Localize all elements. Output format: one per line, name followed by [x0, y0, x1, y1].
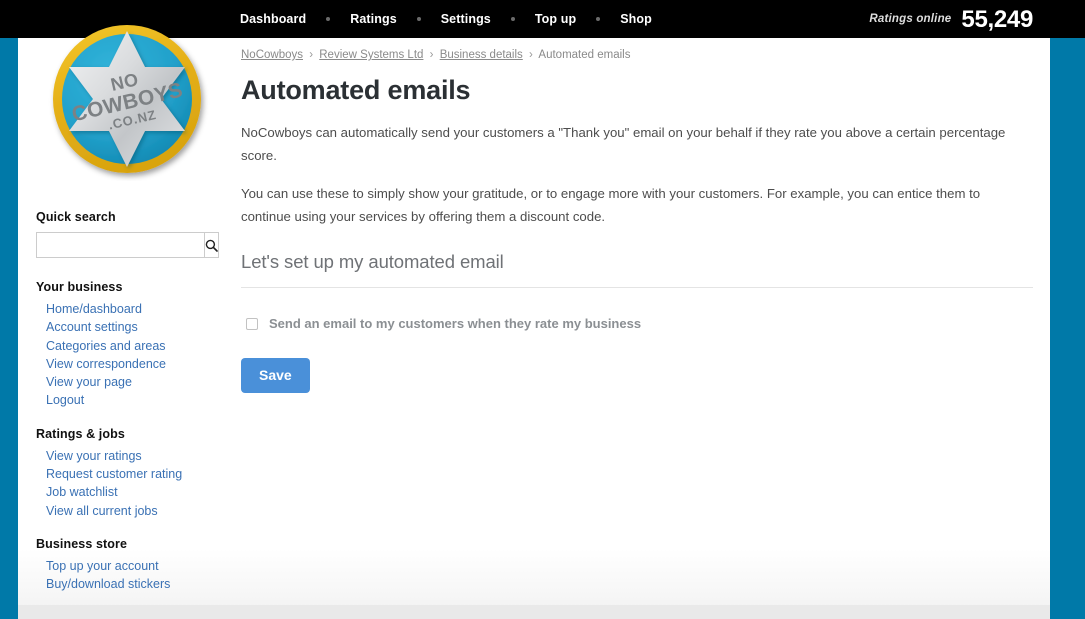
breadcrumb-item-current: Automated emails: [538, 49, 631, 61]
sidebar-group-title: Your business: [36, 280, 123, 294]
sidebar-group-business-store: Business store Top up your account Buy/d…: [36, 537, 222, 594]
sidebar-item-logout[interactable]: Logout: [46, 391, 222, 409]
list-item: Top up your account: [46, 557, 222, 575]
list-item: View all current jobs: [46, 502, 222, 520]
intro-text: NoCowboys can automatically send your cu…: [241, 122, 1033, 228]
sidebar-group-your-business: Your business Home/dashboard Account set…: [36, 280, 222, 410]
section-title: Let's set up my automated email: [241, 251, 1033, 288]
nav-separator-dot: [510, 17, 515, 21]
breadcrumb-item-review-systems-ltd[interactable]: Review Systems Ltd: [319, 49, 423, 61]
sidebar-group-list: View your ratings Request customer ratin…: [36, 447, 222, 520]
sidebar-group-ratings-and-jobs: Ratings & jobs View your ratings Request…: [36, 427, 222, 520]
search-icon: [205, 239, 218, 252]
nav-item-top-up[interactable]: Top up: [533, 12, 578, 26]
left-edge-stripe: [0, 38, 18, 619]
sidebar-item-home-dashboard[interactable]: Home/dashboard: [46, 300, 222, 318]
sidebar-item-view-your-page[interactable]: View your page: [46, 373, 222, 391]
sidebar-group-title: Business store: [36, 536, 128, 551]
sidebar-item-request-customer-rating[interactable]: Request customer rating: [46, 465, 222, 483]
breadcrumb: NoCowboys › Review Systems Ltd › Busines…: [241, 48, 1033, 62]
send-email-checkbox[interactable]: [246, 318, 258, 330]
list-item: Request customer rating: [46, 465, 222, 483]
send-email-checkbox-row: Send an email to my customers when they …: [241, 315, 1033, 332]
nav-item-settings[interactable]: Settings: [439, 12, 493, 26]
list-item: Account settings: [46, 318, 222, 336]
breadcrumb-separator: ›: [529, 49, 533, 61]
intro-paragraph-2: You can use these to simply show your gr…: [241, 186, 981, 224]
list-item: Home/dashboard: [46, 300, 222, 318]
sidebar-group-list: Home/dashboard Account settings Categori…: [36, 300, 222, 410]
main-content: NoCowboys › Review Systems Ltd › Busines…: [241, 48, 1033, 393]
search-button[interactable]: [204, 232, 219, 258]
nocowboys-logo[interactable]: NO COWBOYS .CO.NZ: [37, 17, 215, 181]
sidebar-group-list: Top up your account Buy/download sticker…: [36, 557, 222, 594]
sidebar-item-view-your-ratings[interactable]: View your ratings: [46, 447, 222, 465]
breadcrumb-separator: ›: [429, 49, 434, 61]
nav-separator-dot: [326, 17, 331, 21]
list-item: Job watchlist: [46, 483, 222, 501]
breadcrumb-item-nocowboys[interactable]: NoCowboys: [241, 49, 303, 61]
quick-search-form: [36, 232, 219, 258]
sidebar-item-view-all-current-jobs[interactable]: View all current jobs: [46, 502, 222, 520]
list-item: Buy/download stickers: [46, 575, 222, 593]
sidebar-item-buy-download-stickers[interactable]: Buy/download stickers: [46, 575, 222, 593]
sidebar-item-categories-and-areas[interactable]: Categories and areas: [46, 337, 222, 355]
sidebar-item-job-watchlist[interactable]: Job watchlist: [46, 483, 222, 501]
nav-separator-dot: [416, 17, 421, 21]
ratings-online-counter: Ratings online 55,249: [869, 0, 1033, 38]
list-item: Logout: [46, 391, 222, 409]
breadcrumb-item-business-details[interactable]: Business details: [440, 49, 523, 61]
ratings-online-count: 55,249: [961, 6, 1033, 33]
list-item: View correspondence: [46, 355, 222, 373]
list-item: View your page: [46, 373, 222, 391]
ratings-online-label: Ratings online: [869, 13, 952, 25]
right-edge-stripe: [1050, 38, 1085, 619]
sidebar-group-title: Ratings & jobs: [36, 426, 125, 441]
sidebar-item-top-up-your-account[interactable]: Top up your account: [46, 557, 222, 575]
nav-item-dashboard[interactable]: Dashboard: [238, 12, 308, 26]
search-input[interactable]: [36, 232, 204, 258]
breadcrumb-separator: ›: [309, 49, 314, 61]
page-title: Automated emails: [241, 75, 471, 105]
list-item: View your ratings: [46, 447, 222, 465]
quick-search-label: Quick search: [36, 210, 116, 224]
page-root: Dashboard Ratings Settings Top up Shop R…: [0, 0, 1085, 619]
nav-item-shop[interactable]: Shop: [618, 12, 654, 26]
nav-separator-dot: [596, 17, 601, 21]
sidebar: Quick search Your business Home/dashboar…: [36, 210, 222, 611]
nav-item-ratings[interactable]: Ratings: [348, 12, 399, 26]
intro-paragraph-1: NoCowboys can automatically send your cu…: [241, 125, 1006, 163]
primary-nav: Dashboard Ratings Settings Top up Shop: [238, 0, 654, 38]
sidebar-item-account-settings[interactable]: Account settings: [46, 318, 222, 336]
save-button[interactable]: Save: [241, 358, 310, 393]
sidebar-item-view-correspondence[interactable]: View correspondence: [46, 355, 222, 373]
list-item: Categories and areas: [46, 337, 222, 355]
send-email-checkbox-label[interactable]: Send an email to my customers when they …: [269, 315, 641, 332]
